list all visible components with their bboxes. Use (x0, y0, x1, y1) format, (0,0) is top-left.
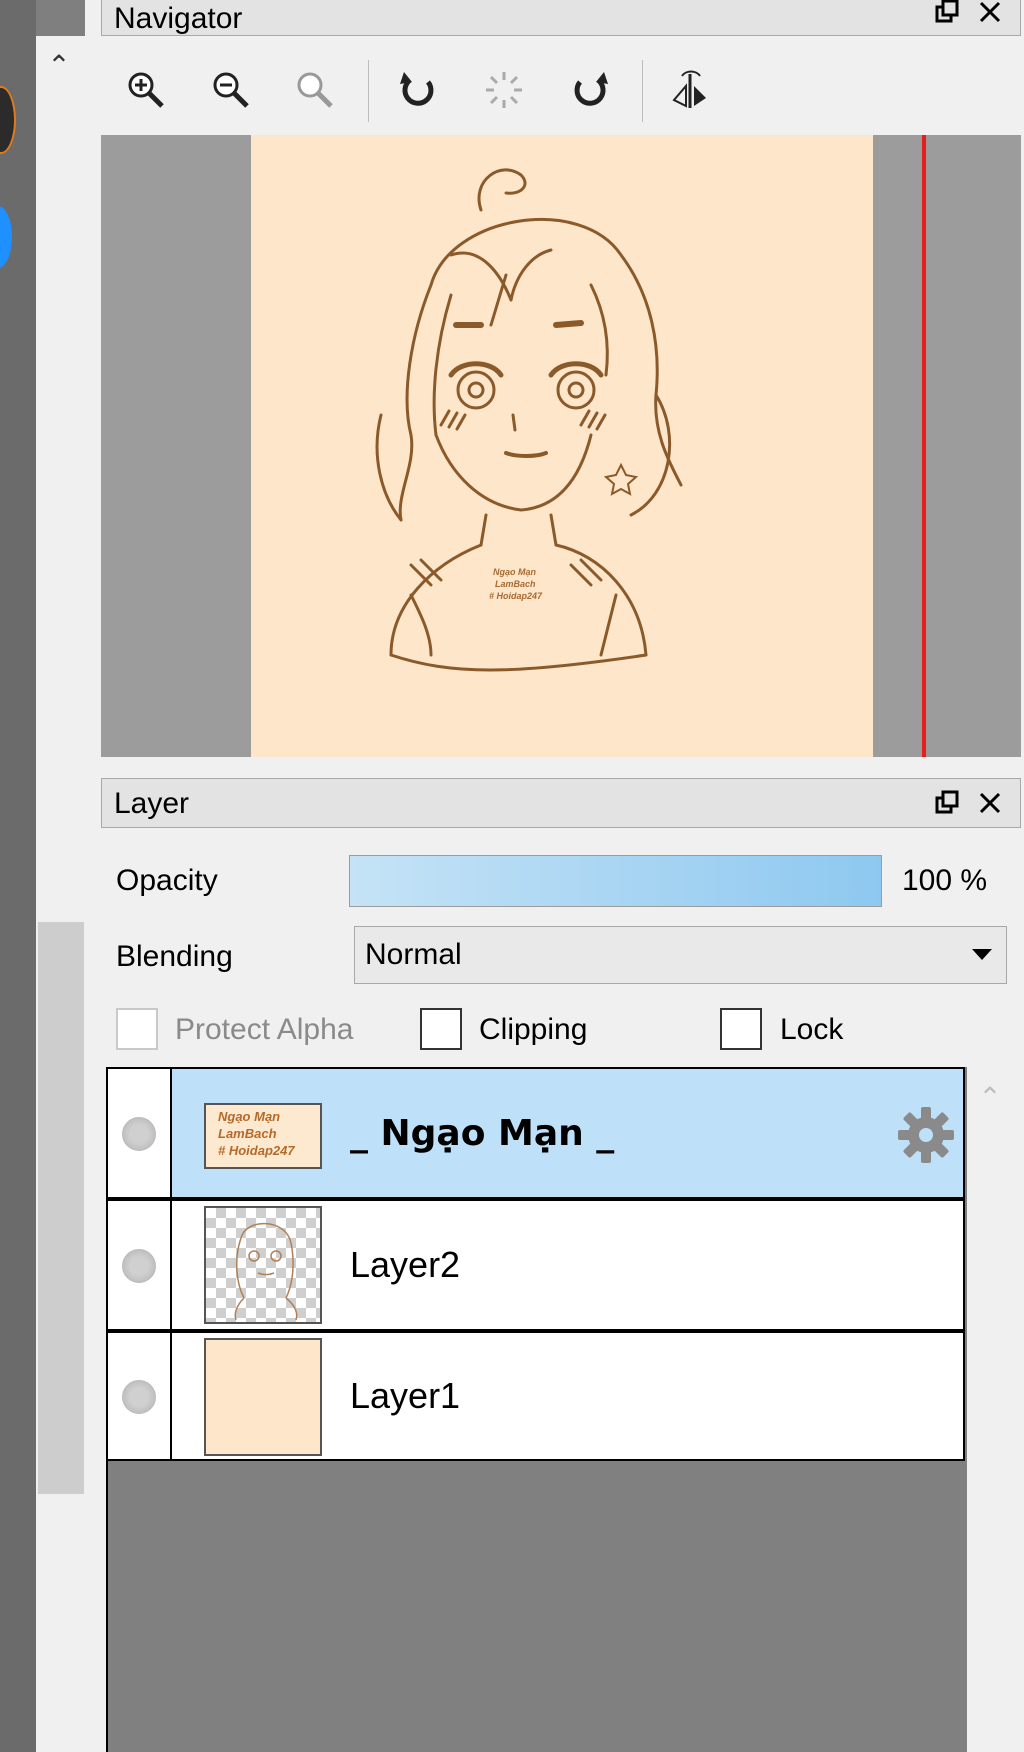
protect-alpha-checkbox[interactable] (116, 1008, 158, 1050)
list-scroll-up-icon[interactable]: ⌃ (975, 1082, 1005, 1113)
flip-horizontal-icon[interactable] (664, 62, 720, 118)
layer-row[interactable]: Ngạo Mạn LamBach # Hoidap247 _ Ngạo Mạn … (106, 1067, 965, 1199)
visibility-toggle[interactable] (122, 1380, 156, 1414)
thumb-text-line: Ngạo Mạn (218, 1109, 281, 1124)
thumb-text-line: # Hoidap247 (218, 1143, 295, 1158)
view-indicator-line (922, 135, 926, 757)
lock-checkbox[interactable] (720, 1008, 762, 1050)
layer-row[interactable]: Layer2 (106, 1199, 965, 1331)
opacity-value: 100 % (902, 864, 988, 897)
navigator-title: Navigator (114, 2, 243, 35)
rotate-reset-icon[interactable] (476, 62, 532, 118)
tool-icon-partial (0, 86, 16, 154)
left-dock-strip (0, 0, 36, 1752)
blending-value: Normal (365, 938, 462, 971)
lock-label: Lock (780, 1013, 844, 1046)
close-icon[interactable] (972, 785, 1008, 821)
layer-panel-title: Layer (114, 787, 190, 820)
opacity-label: Opacity (116, 864, 218, 897)
protect-alpha-label: Protect Alpha (175, 1013, 354, 1046)
zoom-out-icon[interactable] (203, 62, 259, 118)
dock-scrollbar[interactable] (38, 922, 84, 1494)
canvas-text-line: Ngạo Mạn (493, 567, 537, 577)
navigator-header: Navigator (101, 0, 1021, 36)
layer-thumbnail (204, 1206, 322, 1324)
thumb-text-line: LamBach (218, 1126, 277, 1141)
layer-thumbnail (204, 1338, 322, 1456)
clipping-label: Clipping (479, 1013, 588, 1046)
visibility-toggle[interactable] (122, 1117, 156, 1151)
dock-column (36, 36, 85, 1752)
visibility-toggle[interactable] (122, 1249, 156, 1283)
float-panel-icon[interactable] (930, 0, 966, 30)
canvas-text-line: LamBach (495, 579, 536, 589)
sketch-drawing: Ngạo Mạn LamBach # Hoidap247 (375, 168, 683, 672)
layer-name: Layer2 (350, 1244, 461, 1285)
toolbar-separator (642, 60, 643, 122)
gear-icon[interactable] (896, 1105, 956, 1165)
canvas-preview[interactable]: Ngạo Mạn LamBach # Hoidap247 (251, 135, 873, 757)
float-panel-icon[interactable] (930, 785, 966, 821)
layer-header: Layer (101, 778, 1021, 828)
opacity-slider[interactable] (349, 855, 882, 907)
visibility-column (108, 1333, 172, 1459)
layer-row[interactable]: Layer1 (106, 1331, 965, 1461)
collapse-up-icon[interactable]: ⌃ (44, 50, 74, 81)
layer-name: _ Ngạo Mạn _ (350, 1112, 615, 1154)
layer-thumbnail: Ngạo Mạn LamBach # Hoidap247 (204, 1103, 322, 1169)
blending-dropdown[interactable]: Normal (354, 926, 1007, 984)
layer-name: Layer1 (350, 1375, 461, 1416)
clipping-checkbox[interactable] (420, 1008, 462, 1050)
toolbar-separator (368, 60, 369, 122)
rotate-right-icon[interactable] (562, 62, 618, 118)
canvas-text-line: # Hoidap247 (489, 591, 543, 601)
rotate-left-icon[interactable] (390, 62, 446, 118)
color-icon-partial (0, 206, 12, 268)
visibility-column (108, 1069, 172, 1197)
blending-label: Blending (116, 940, 233, 973)
zoom-reset-icon[interactable] (287, 62, 343, 118)
close-icon[interactable] (972, 0, 1008, 30)
zoom-in-icon[interactable] (118, 62, 174, 118)
visibility-column (108, 1201, 172, 1329)
chevron-down-icon (972, 949, 992, 960)
